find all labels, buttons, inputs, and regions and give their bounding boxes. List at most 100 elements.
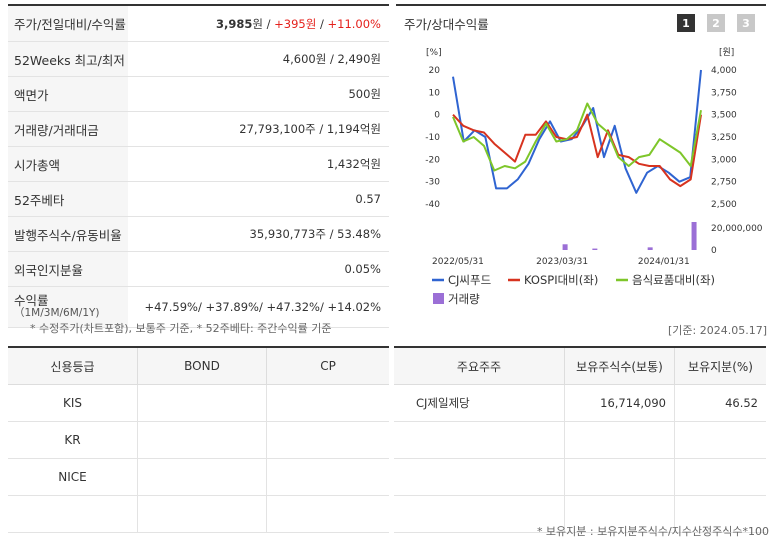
table-row xyxy=(394,458,766,496)
table-cell xyxy=(394,421,565,459)
table-cell: KR xyxy=(8,421,138,459)
price-change: +395원 xyxy=(274,16,317,31)
right-tick-label: 2,750 xyxy=(711,178,737,188)
summary-row-shares: 발행주식수/유동비율 35,930,773주 / 53.48% xyxy=(8,217,389,252)
summary-footnote: * 수정주가(차트포함), 보통주 기준, * 52주베타: 주간수익률 기준 xyxy=(30,322,332,335)
table-row: NICE xyxy=(8,458,389,496)
summary-row-52weeks: 52Weeks 최고/최저 4,600원 / 2,490원 xyxy=(8,42,389,77)
column-header: 주요주주 xyxy=(394,347,565,385)
summary-label: 시가총액 xyxy=(8,147,128,181)
series-line-2 xyxy=(452,113,702,188)
separator: / xyxy=(316,16,328,31)
right-tick-label: 3,000 xyxy=(711,155,737,165)
ownership-percent: 46.52 xyxy=(674,384,766,422)
summary-label: 주가/전일대비/수익률 xyxy=(8,6,128,41)
summary-value: 500원 xyxy=(348,87,381,101)
summary-label: 액면가 xyxy=(8,77,128,111)
credit-rating-table: 신용등급 BOND CP KIS KR NICE xyxy=(8,346,389,533)
separator: / xyxy=(262,16,275,31)
table-row: KR xyxy=(8,421,389,459)
price-change-rate: +11.00% xyxy=(327,16,382,31)
summary-value: 35,930,773주 / 53.48% xyxy=(249,227,381,241)
table-cell xyxy=(266,458,389,496)
table-row xyxy=(8,495,389,533)
volume-bar xyxy=(691,222,697,250)
table-cell xyxy=(674,421,766,459)
table-cell xyxy=(137,384,267,422)
volume-tick-label: 20,000,000 xyxy=(711,224,763,234)
shares-held: 16,714,090 xyxy=(564,384,675,422)
summary-value: 0.05% xyxy=(344,262,381,276)
relative-return-chart: [%] [원] 20 10 0 -10 -20 -30 -40 4,000 3,750 3,500 3,… xyxy=(425,47,763,306)
shareholder-footnote: * 보유지분 : 보유지분주식수/지수산정주식수*100 xyxy=(536,525,769,538)
current-price: 3,985 xyxy=(215,16,253,31)
summary-value: 27,793,100주 / 1,194억원 xyxy=(239,122,381,136)
legend-label: 음식료품대비(좌) xyxy=(632,273,715,287)
column-header: 신용등급 xyxy=(8,347,138,385)
right-tick-label: 2,500 xyxy=(711,200,737,210)
column-header: BOND xyxy=(137,347,267,385)
left-tick-label: 0 xyxy=(434,111,440,121)
summary-value: 1,432억원 xyxy=(326,157,381,171)
summary-row-beta: 52주베타 0.57 xyxy=(8,182,389,217)
table-cell xyxy=(564,458,675,496)
left-tick-label: 10 xyxy=(429,88,441,98)
summary-label: 외국인지분율 xyxy=(8,252,128,286)
base-date: [기준: 2024.05.17] xyxy=(667,324,767,337)
volume-bar xyxy=(647,247,653,250)
legend-swatch xyxy=(433,293,444,304)
volume-tick-label: 0 xyxy=(711,246,717,256)
right-tick-label: 3,750 xyxy=(711,88,737,98)
table-cell xyxy=(266,495,389,533)
major-shareholders-table: 주요주주 보유주식수(보통) 보유지분(%) CJ제일제당 16,714,090… xyxy=(394,346,766,533)
volume-bar xyxy=(592,248,598,250)
table-cell xyxy=(137,495,267,533)
summary-row-volume: 거래량/거래대금 27,793,100주 / 1,194억원 xyxy=(8,112,389,147)
summary-label: 52주베타 xyxy=(8,182,128,216)
summary-row-market-cap: 시가총액 1,432억원 xyxy=(8,147,389,182)
right-tick-label: 3,500 xyxy=(711,111,737,121)
right-axis-unit: [원] xyxy=(719,47,734,58)
volume-bar xyxy=(562,244,568,250)
left-tick-label: -10 xyxy=(425,133,440,143)
table-cell xyxy=(8,495,138,533)
summary-row-foreign: 외국인지분율 0.05% xyxy=(8,252,389,287)
left-axis-unit: [%] xyxy=(426,48,442,58)
summary-row-price: 주가/전일대비/수익률 3,985원 / +395원 / +11.00% xyxy=(8,6,389,42)
chart-panel: 주가/상대수익률 1 2 3 [%] [원] 20 10 0 -10 -20 -30 -40 4,… xyxy=(396,4,766,316)
table-cell xyxy=(266,384,389,422)
left-tick-label: 20 xyxy=(429,66,441,76)
summary-value: 4,600원 / 2,490원 xyxy=(282,52,381,66)
table-row xyxy=(394,421,766,459)
legend-label: 거래량 xyxy=(448,292,480,306)
table-cell: NICE xyxy=(8,458,138,496)
table-cell xyxy=(137,421,267,459)
column-header: 보유주식수(보통) xyxy=(564,347,675,385)
returns-value: +47.59%/ +37.89%/ +47.32%/ +14.02% xyxy=(144,300,381,314)
x-tick-label: 2024/01/31 xyxy=(638,257,690,267)
right-tick-label: 4,000 xyxy=(711,66,737,76)
x-tick-label: 2022/05/31 xyxy=(432,257,484,267)
summary-label: 거래량/거래대금 xyxy=(8,112,128,146)
table-header-row: 주요주주 보유주식수(보통) 보유지분(%) xyxy=(394,347,766,385)
left-tick-label: -20 xyxy=(425,155,440,165)
column-header: CP xyxy=(266,347,389,385)
table-header-row: 신용등급 BOND CP xyxy=(8,347,389,385)
table-row: KIS xyxy=(8,384,389,422)
table-cell xyxy=(266,421,389,459)
x-tick-label: 2023/03/31 xyxy=(536,257,588,267)
stock-summary-table: 주가/전일대비/수익률 3,985원 / +395원 / +11.00% 52W… xyxy=(8,4,389,328)
left-tick-label: -40 xyxy=(425,200,440,210)
column-header: 보유지분(%) xyxy=(674,347,766,385)
summary-value: 0.57 xyxy=(355,192,381,206)
table-cell xyxy=(564,421,675,459)
returns-sublabel: （1M/3M/6M/1Y) xyxy=(14,307,100,319)
legend-label: KOSPI대비(좌) xyxy=(524,273,598,287)
right-tick-label: 3,250 xyxy=(711,133,737,143)
legend-label: CJ씨푸드 xyxy=(448,273,491,287)
summary-label: 발행주식수/유동비율 xyxy=(8,217,128,251)
table-cell xyxy=(674,458,766,496)
summary-value: 3,985원 / +395원 / +11.00% xyxy=(128,16,389,32)
returns-label: 수익률 xyxy=(14,293,49,308)
summary-row-par-value: 액면가 500원 xyxy=(8,77,389,112)
